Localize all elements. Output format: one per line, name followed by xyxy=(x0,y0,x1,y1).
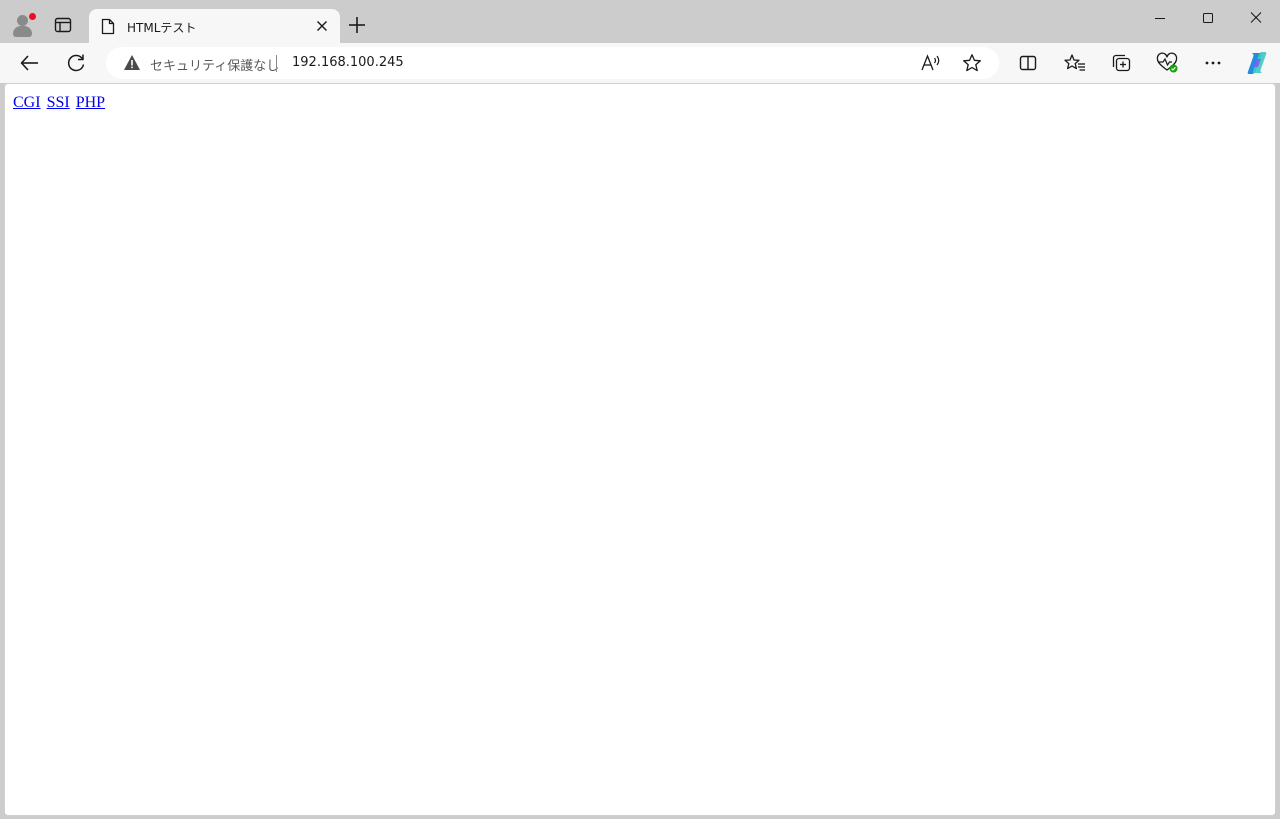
close-icon[interactable] xyxy=(315,19,329,33)
maximize-button[interactable] xyxy=(1196,8,1220,30)
tab-title: HTMLテスト xyxy=(127,21,197,35)
minimize-icon xyxy=(1155,18,1165,19)
split-screen-icon xyxy=(1019,55,1037,71)
star-icon[interactable] xyxy=(962,53,982,73)
close-icon xyxy=(1250,12,1262,23)
link-php[interactable]: PHP xyxy=(76,94,105,111)
more-icon xyxy=(1205,61,1221,65)
more-button[interactable] xyxy=(1199,49,1227,77)
notification-dot xyxy=(28,12,37,21)
new-tab-button[interactable] xyxy=(347,15,367,35)
collections-button[interactable] xyxy=(1107,49,1135,77)
copilot-button[interactable] xyxy=(1243,49,1271,77)
favorites-icon xyxy=(1064,54,1085,71)
page-viewport: CGI SSI PHP xyxy=(4,83,1276,816)
refresh-button[interactable] xyxy=(62,49,90,77)
split-screen-button[interactable] xyxy=(1014,49,1042,77)
link-list: CGI SSI PHP xyxy=(13,94,107,112)
back-button[interactable] xyxy=(16,49,44,77)
plus-icon xyxy=(349,17,365,33)
copilot-icon xyxy=(1247,52,1267,74)
profile-icon[interactable] xyxy=(10,12,37,38)
favorites-button[interactable] xyxy=(1061,49,1089,77)
link-cgi[interactable]: CGI xyxy=(13,94,41,111)
back-arrow-icon xyxy=(20,55,38,71)
refresh-icon xyxy=(67,54,85,72)
heart-pulse-icon xyxy=(1156,52,1178,73)
address-bar[interactable]: セキュリティ保護なし 192.168.100.245 xyxy=(106,47,999,79)
toolbar: セキュリティ保護なし 192.168.100.245 xyxy=(0,43,1280,83)
page-icon xyxy=(101,18,115,35)
address-separator xyxy=(276,55,277,72)
maximize-icon xyxy=(1203,13,1213,23)
link-ssi[interactable]: SSI xyxy=(47,94,70,111)
warning-icon[interactable] xyxy=(123,54,141,71)
title-bar: HTMLテスト xyxy=(0,0,1280,43)
browser-essentials-button[interactable] xyxy=(1153,49,1181,77)
url-text[interactable]: 192.168.100.245 xyxy=(292,55,404,70)
security-status[interactable]: セキュリティ保護なし xyxy=(150,55,279,74)
read-aloud-icon[interactable] xyxy=(920,53,942,73)
tab-active[interactable]: HTMLテスト xyxy=(89,9,340,43)
minimize-button[interactable] xyxy=(1148,8,1172,30)
tab-actions-icon[interactable] xyxy=(52,14,74,36)
window-close-button[interactable] xyxy=(1244,8,1268,30)
collections-icon xyxy=(1112,54,1131,72)
